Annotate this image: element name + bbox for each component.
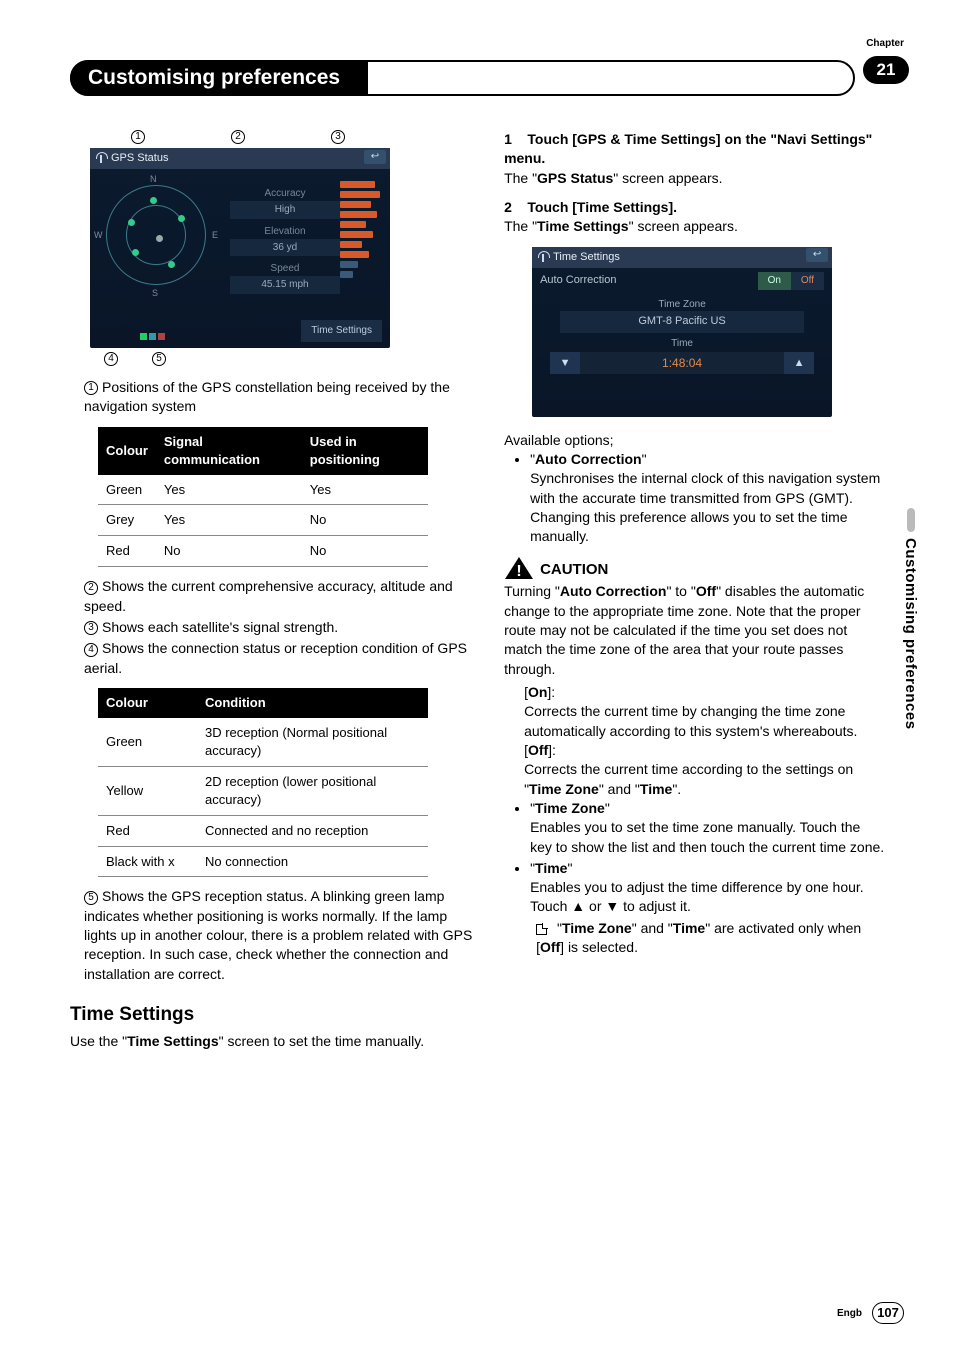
table-header: Colour (98, 427, 156, 475)
step-2-body: The "Time Settings" screen appears. (504, 217, 885, 236)
gps-status-title: GPS Status (111, 151, 168, 166)
side-tab-label: Customising preferences (902, 538, 919, 730)
list-item: Shows the connection status or reception… (84, 640, 467, 675)
caution-icon: ! (504, 556, 534, 580)
time-up-button[interactable]: ▲ (784, 352, 814, 374)
option-auto-correction: "Auto Correction" Synchronises the inter… (530, 450, 885, 547)
timezone-value[interactable]: GMT-8 Pacific US (560, 311, 804, 332)
time-settings-heading: Time Settings (70, 1002, 474, 1028)
toggle-on[interactable]: On (758, 272, 791, 290)
callout-2: 2 (231, 130, 245, 144)
time-settings-button[interactable]: Time Settings (301, 320, 382, 342)
step-1-body: The "GPS Status" screen appears. (504, 169, 885, 188)
table-row: GreyYesNo (98, 505, 428, 536)
table-header: Used in positioning (302, 427, 428, 475)
caution-body: Turning "Auto Correction" to "Off" disab… (504, 582, 885, 679)
time-down-button[interactable]: ▼ (550, 352, 580, 374)
compass-s: S (152, 287, 158, 299)
option-time-zone: "Time Zone" Enables you to set the time … (530, 799, 885, 857)
colour-condition-table: Colour Condition Green3D reception (Norm… (98, 688, 428, 878)
list-item: Shows each satellite's signal strength. (102, 619, 338, 635)
option-time: "Time" Enables you to adjust the time di… (530, 859, 885, 958)
antenna-icon (538, 252, 549, 263)
list-item: Shows the current comprehensive accuracy… (84, 578, 453, 613)
svg-text:!: ! (516, 563, 521, 580)
auto-correction-toggle[interactable]: On Off (758, 272, 825, 290)
available-options: Available options; (504, 431, 885, 450)
back-icon[interactable]: ↩ (806, 248, 828, 262)
table-row: GreenYesYes (98, 475, 428, 505)
accuracy-value: High (230, 201, 340, 219)
time-settings-title: Time Settings (553, 250, 620, 265)
table-header: Colour (98, 688, 197, 718)
list-item: Positions of the GPS constellation being… (84, 379, 450, 414)
callout-3: 3 (331, 130, 345, 144)
elevation-value: 36 yd (230, 239, 340, 257)
chapter-label: Chapter (866, 38, 904, 49)
compass-n: N (150, 173, 157, 185)
gps-status-screenshot: GPS Status ↩ N S E W (90, 148, 390, 348)
colour-signal-table: Colour Signal communication Used in posi… (98, 427, 428, 568)
on-option: [On]: Corrects the current time by chang… (524, 683, 885, 741)
page-title: Customising preferences (70, 60, 368, 96)
table-header: Condition (197, 688, 428, 718)
speed-label: Speed (230, 262, 340, 276)
compass-w: W (94, 229, 103, 241)
step-2: 2 Touch [Time Settings]. (504, 198, 885, 217)
callout-5: 5 (152, 352, 166, 366)
timezone-label: Time Zone (532, 294, 832, 312)
auto-correction-label: Auto Correction (540, 273, 758, 288)
accuracy-label: Accuracy (230, 187, 340, 201)
time-label: Time (532, 333, 832, 351)
table-row: RedNoNo (98, 536, 428, 567)
side-tab: Customising preferences (902, 508, 920, 730)
compass-e: E (212, 229, 218, 241)
signal-bars (340, 169, 390, 324)
step-1: 1 Touch [GPS & Time Settings] on the "Na… (504, 130, 885, 169)
table-header: Signal communication (156, 427, 302, 475)
callout-1: 1 (131, 130, 145, 144)
note-icon (536, 924, 547, 935)
antenna-icon (96, 153, 107, 164)
list-item: Shows the GPS reception status. A blinki… (84, 888, 472, 981)
back-icon[interactable]: ↩ (364, 150, 386, 164)
page-title-pill: Customising preferences (70, 60, 855, 96)
time-value: 1:48:04 (580, 352, 784, 374)
off-option: [Off]: Corrects the current time accordi… (524, 741, 885, 799)
table-row: RedConnected and no reception (98, 815, 428, 846)
time-settings-screenshot: Time Settings ↩ Auto Correction On Off T… (532, 247, 832, 417)
toggle-off[interactable]: Off (791, 272, 824, 290)
footer-page-number: 107 (872, 1302, 904, 1324)
table-row: Yellow2D reception (lower positional acc… (98, 766, 428, 815)
table-row: Black with xNo connection (98, 846, 428, 877)
time-settings-intro: Use the "Time Settings" screen to set th… (70, 1032, 474, 1051)
elevation-label: Elevation (230, 225, 340, 239)
table-row: Green3D reception (Normal positional acc… (98, 718, 428, 766)
caution-label: CAUTION (540, 560, 608, 581)
callout-4: 4 (104, 352, 118, 366)
footer-language: Engb (837, 1308, 862, 1319)
speed-value: 45.15 mph (230, 276, 340, 294)
